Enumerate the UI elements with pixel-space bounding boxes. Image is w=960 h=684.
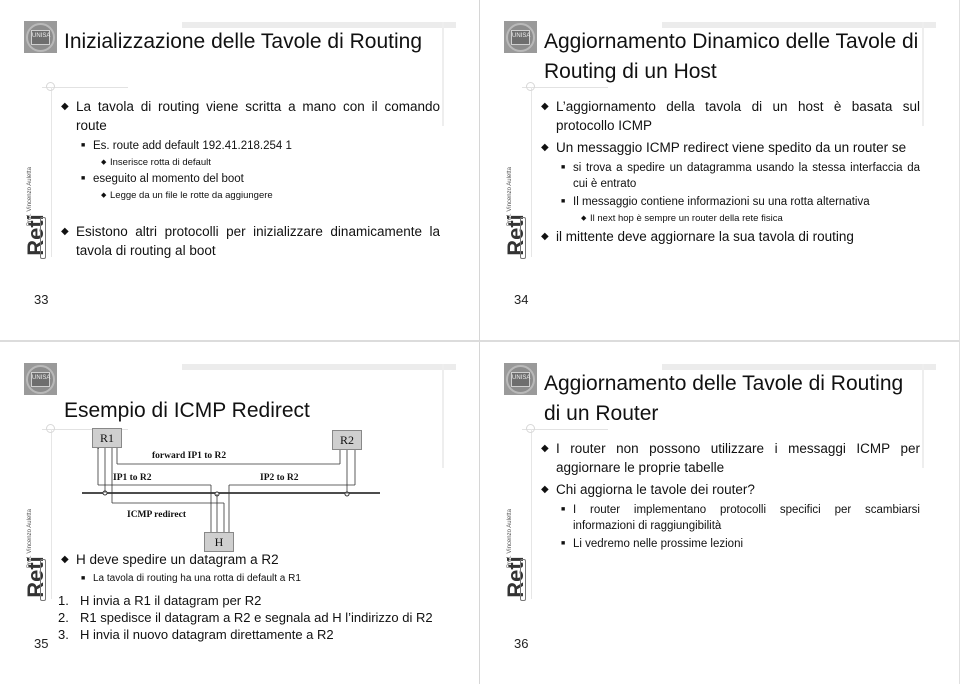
router-r2-node: R2: [332, 430, 362, 450]
bullet-item: ◆ H deve spedire un datagram a R2: [61, 552, 279, 567]
decorative-line: [51, 87, 52, 257]
sub-sub-bullet-item: ◆ Legge da un file le rotte da aggiungere: [101, 190, 273, 201]
crosshair-icon: [526, 424, 535, 433]
square-bullet-icon: ■: [561, 506, 566, 513]
crosshair-icon: [46, 424, 55, 433]
page-number: 35: [34, 636, 49, 651]
diamond-bullet-icon: ◆: [581, 215, 587, 222]
diamond-bullet-icon: ◆: [541, 142, 549, 153]
ip1-label: IP1 to R2: [113, 473, 152, 483]
slide-34: UNISA Prof. Vincenzo Auletta Reti Aggior…: [480, 0, 960, 342]
course-brand: Prof. Vincenzo Auletta Reti: [20, 492, 50, 604]
bullet-item: ◆ La tavola di routing viene scritta a ma…: [61, 99, 440, 133]
slide-body: ◆ L’aggiornamento della tavola di un host…: [540, 97, 920, 249]
sub-bullet-item: ■ eseguito al momento del boot: [81, 173, 244, 185]
bullet-item: ◆ L’aggiornamento della tavola di un host…: [541, 99, 920, 133]
bullet-item: ◆ Chi aggiorna le tavole dei router?: [541, 482, 755, 497]
sub-bullet-item: ■ Li vedremo nelle prossime lezioni: [561, 538, 744, 550]
university-logo: UNISA: [24, 363, 57, 395]
forward-label: forward IP1 to R2: [152, 451, 227, 461]
ip2-label: IP2 to R2: [260, 473, 299, 483]
brand-subtitle-box: [520, 559, 526, 601]
bullet-item: ◆ Esistono altri protocolli per inizializ…: [61, 224, 440, 258]
slide-body: ◆ I router non possono utilizzare i messa…: [540, 439, 920, 554]
diamond-bullet-icon: ◆: [541, 231, 549, 242]
slide-title: Aggiornamento Dinamico delle Tavole di R…: [544, 30, 919, 83]
decorative-line: [531, 429, 532, 599]
sub-bullet-item: ■ Il messaggio contiene informazioni su u…: [561, 196, 870, 208]
page-number: 33: [34, 292, 49, 307]
square-bullet-icon: ■: [81, 142, 86, 149]
diamond-bullet-icon: ◆: [101, 159, 107, 166]
diamond-bullet-icon: ◆: [61, 554, 69, 565]
diamond-bullet-icon: ◆: [101, 192, 107, 199]
slide-body: ◆ H deve spedire un datagram a R2 ■ La tav…: [58, 550, 440, 643]
decorative-bar: [182, 364, 456, 370]
course-brand: Prof. Vincenzo Auletta Reti: [500, 150, 530, 262]
sub-bullet-item: ■ La tavola di routing ha una rotta di de…: [81, 573, 301, 584]
router-r1-node: R1: [92, 428, 122, 448]
bullet-item: ◆ il mittente deve aggiornare la sua tavo…: [541, 229, 854, 244]
diamond-bullet-icon: ◆: [541, 101, 549, 112]
bullet-item: ◆ I router non possono utilizzare i messa…: [541, 441, 920, 475]
university-logo: UNISA: [504, 363, 537, 395]
sub-sub-bullet-item: ◆ Il next hop è sempre un router della re…: [581, 213, 783, 224]
diamond-bullet-icon: ◆: [61, 226, 69, 237]
diamond-bullet-icon: ◆: [541, 484, 549, 495]
slide-title: Inizializzazione delle Tavole di Routing: [64, 30, 422, 53]
crosshair-icon: [46, 82, 55, 91]
sub-bullet-item: ■ Es. route add default 192.41.218.254 1: [81, 140, 292, 152]
brand-subtitle-box: [40, 559, 46, 601]
icmp-redirect-diagram: R1 R2 H forward IP1 to R2 IP1 to R2 IP2 …: [80, 428, 385, 552]
square-bullet-icon: ■: [81, 575, 86, 582]
brand-subtitle-box: [40, 217, 46, 259]
brand-subtitle-box: [520, 217, 526, 259]
slide-body: ◆ La tavola di routing viene scritta a ma…: [60, 97, 440, 263]
icmp-redirect-label: ICMP redirect: [127, 510, 187, 520]
square-bullet-icon: ■: [561, 164, 566, 171]
bullet-item: ◆ Un messaggio ICMP redirect viene spedit…: [541, 140, 907, 155]
sub-sub-bullet-item: ◆ Inserisce rotta di default: [101, 157, 211, 168]
sub-bullet-item: ■ I router implementano protocolli specif…: [561, 504, 920, 532]
slide-36: UNISA Prof. Vincenzo Auletta Reti Aggior…: [480, 342, 960, 684]
slide-title: Esempio di ICMP Redirect: [64, 399, 310, 422]
square-bullet-icon: ■: [561, 540, 566, 547]
decorative-line: [531, 87, 532, 257]
university-logo: UNISA: [24, 21, 57, 53]
slide-35: UNISA Prof. Vincenzo Auletta Reti Esempi…: [0, 342, 480, 684]
university-logo: UNISA: [504, 21, 537, 53]
step-item: 3. H invia il nuovo datagram direttamente…: [58, 627, 334, 642]
square-bullet-icon: ■: [561, 198, 566, 205]
diamond-bullet-icon: ◆: [541, 443, 549, 454]
course-brand: Prof. Vincenzo Auletta Reti: [20, 150, 50, 262]
page-number: 34: [514, 292, 529, 307]
square-bullet-icon: ■: [81, 175, 86, 182]
host-h-node: H: [204, 532, 234, 552]
course-brand: Prof. Vincenzo Auletta Reti: [500, 492, 530, 604]
diamond-bullet-icon: ◆: [61, 101, 69, 112]
crosshair-icon: [526, 82, 535, 91]
decorative-line: [51, 429, 52, 599]
slide-title: Aggiornamento delle Tavole di Routing di…: [544, 372, 904, 425]
page-number: 36: [514, 636, 529, 651]
sub-bullet-item: ■ si trova a spedire un datagramma usando…: [561, 162, 920, 190]
step-item: 1. H invia a R1 il datagram per R2: [58, 593, 262, 608]
step-item: 2. R1 spedisce il datagram a R2 e segnala…: [58, 610, 433, 625]
slide-33: UNISA Prof. Vincenzo Auletta Reti Inizia…: [0, 0, 480, 342]
